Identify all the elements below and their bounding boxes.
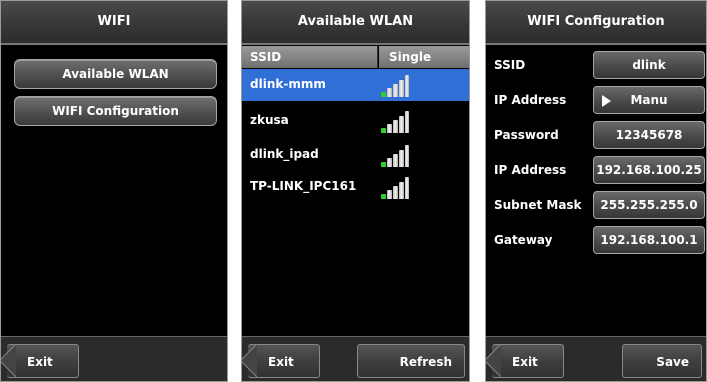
signal-strength-icon (379, 143, 409, 167)
subnet-mask-label: Subnet Mask (494, 198, 582, 212)
subnet-mask-field[interactable]: 255.255.255.0 (593, 191, 705, 219)
column-header-signal: Single (379, 46, 469, 68)
gateway-label: Gateway (494, 233, 553, 247)
play-arrow-icon (602, 95, 611, 107)
exit-button[interactable]: Exit (492, 344, 564, 378)
bottom-bar: Exit (1, 336, 227, 381)
wlan-row[interactable]: TP-LINK_IPC161 (242, 171, 469, 203)
ip-mode-label: IP Address (494, 93, 567, 107)
wifi-screen: WIFI Available WLAN WIFI Configuration E… (0, 0, 228, 382)
wlan-ssid: dlink-mmm (250, 77, 326, 91)
wlan-row[interactable]: dlink-mmm (242, 69, 469, 101)
column-header-ssid: SSID (242, 46, 378, 68)
signal-strength-icon (379, 73, 409, 97)
bottom-bar: Exit Refresh (242, 336, 469, 381)
wifi-configuration-button[interactable]: WIFI Configuration (14, 96, 217, 126)
exit-button[interactable]: Exit (7, 344, 79, 378)
ip-address-field[interactable]: 192.168.100.25 (593, 156, 705, 184)
screen-title: WIFI Configuration (486, 1, 706, 45)
wlan-row[interactable]: zkusa (242, 105, 469, 137)
wifi-configuration-screen: WIFI Configuration SSID dlink IP Address… (485, 0, 707, 382)
ssid-label: SSID (494, 58, 526, 72)
back-chevron-icon (1, 344, 16, 378)
back-chevron-icon (486, 344, 501, 378)
signal-strength-icon (379, 109, 409, 133)
password-label: Password (494, 128, 559, 142)
save-button[interactable]: Save (622, 344, 702, 378)
available-wlan-screen: Available WLAN SSID Single dlink-mmm zku… (241, 0, 470, 382)
wlan-row[interactable]: dlink_ipad (242, 139, 469, 171)
screen-title: WIFI (1, 1, 227, 45)
screen-title: Available WLAN (242, 1, 469, 45)
ip-mode-selector[interactable]: Manu (593, 86, 705, 114)
bottom-bar: Exit Save (486, 336, 706, 381)
exit-label: Exit (27, 355, 53, 369)
wlan-ssid: TP-LINK_IPC161 (250, 179, 357, 193)
signal-strength-icon (379, 175, 409, 199)
back-chevron-icon (242, 344, 257, 378)
exit-label: Exit (268, 355, 294, 369)
wlan-ssid: zkusa (250, 113, 289, 127)
available-wlan-button[interactable]: Available WLAN (14, 59, 217, 89)
ip-mode-value: Manu (630, 93, 668, 107)
password-field[interactable]: 12345678 (593, 121, 705, 149)
exit-label: Exit (512, 355, 538, 369)
ssid-field[interactable]: dlink (593, 51, 705, 79)
exit-button[interactable]: Exit (248, 344, 320, 378)
wlan-ssid: dlink_ipad (250, 147, 319, 161)
refresh-button[interactable]: Refresh (357, 344, 465, 378)
ip-address-label: IP Address (494, 163, 567, 177)
gateway-field[interactable]: 192.168.100.1 (593, 226, 705, 254)
